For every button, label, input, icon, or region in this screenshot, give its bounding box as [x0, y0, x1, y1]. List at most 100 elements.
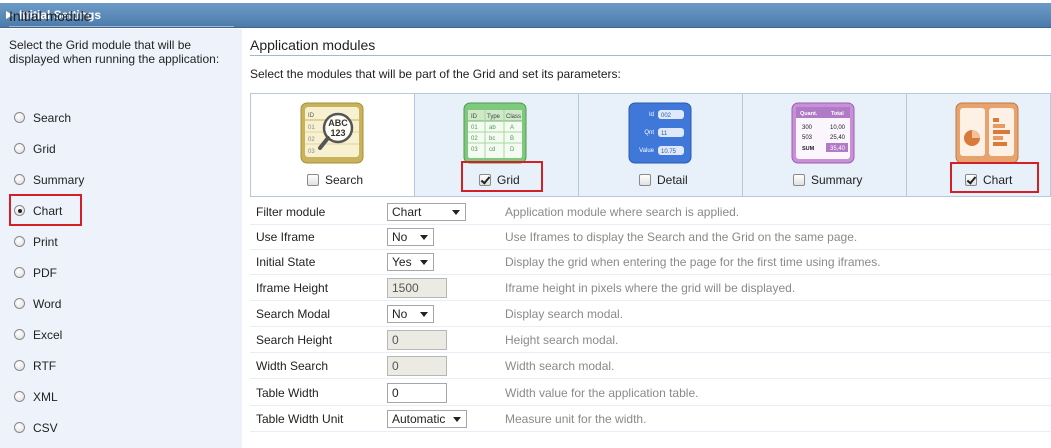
initial-module-option-search[interactable]: Search [14, 108, 214, 128]
initial-module-option-word[interactable]: Word [14, 294, 214, 314]
module-search-checkbox[interactable] [307, 174, 319, 186]
radio-button[interactable] [14, 391, 25, 402]
radio-button[interactable] [14, 422, 25, 433]
highlight-chart-checkbox [950, 162, 1039, 193]
radio-label: PDF [33, 266, 57, 280]
setting-description: Width value for the application table. [505, 386, 699, 400]
svg-text:cd: cd [489, 147, 495, 153]
radio-button[interactable] [14, 267, 25, 278]
setting-row-initial-state: Initial State Yes Display the grid when en… [250, 249, 1051, 275]
application-modules-description: Select the modules that will be part of … [250, 67, 621, 81]
dropdown-arrow-icon[interactable] [420, 312, 428, 317]
svg-text:ab: ab [489, 125, 496, 131]
table-width-unit-select[interactable]: Automatic [387, 410, 467, 428]
setting-description: Iframe height in pixels where the grid w… [505, 281, 796, 295]
radio-label: Search [33, 111, 72, 125]
setting-row-table-width: Table Width 0 Width value for the applicat… [250, 380, 1051, 406]
initial-module-option-summary[interactable]: Summary [14, 170, 214, 190]
svg-text:ID: ID [308, 113, 315, 119]
settings-table: Filter module Chart Application module whe… [250, 199, 1051, 448]
setting-label: Filter module [256, 205, 326, 219]
width-search-input: 0 [387, 356, 447, 376]
setting-label: Table Width Unit [256, 412, 344, 426]
module-selector: ID 01 02 03 ABC 123 Search ID Type Class… [250, 93, 1051, 197]
initial-module-option-xml[interactable]: XML [14, 387, 214, 407]
radio-label: Grid [33, 142, 56, 156]
module-search-checkbox-row[interactable]: Search [307, 171, 363, 189]
svg-text:Value: Value [639, 148, 655, 154]
module-detail[interactable]: Id 002 Qnt 11 Value 10.75 Detail [579, 94, 743, 196]
svg-text:11: 11 [661, 131, 668, 137]
svg-text:D: D [510, 147, 515, 153]
setting-description: Application module where search is appli… [505, 205, 740, 219]
search-module-icon: ID 01 02 03 ABC 123 [300, 102, 364, 164]
initial-module-option-grid[interactable]: Grid [14, 139, 214, 159]
svg-text:01: 01 [471, 125, 478, 131]
radio-button[interactable] [14, 360, 25, 371]
iframe-height-input: 1500 [387, 278, 447, 298]
module-search[interactable]: ID 01 02 03 ABC 123 Search [251, 94, 415, 196]
module-detail-label: Detail [657, 173, 688, 187]
svg-text:25,40: 25,40 [830, 135, 846, 141]
svg-text:Id: Id [649, 112, 654, 118]
module-detail-checkbox[interactable] [639, 174, 651, 186]
radio-label: RTF [33, 359, 57, 373]
filter-module-select[interactable]: Chart [387, 203, 466, 221]
table-width-input[interactable]: 0 [387, 383, 447, 403]
svg-text:Qnt: Qnt [644, 130, 654, 136]
setting-label: Initial State [256, 255, 316, 269]
radio-button[interactable] [14, 143, 25, 154]
svg-text:ABC: ABC [328, 118, 348, 128]
use-iframe-select[interactable]: No [387, 228, 434, 246]
radio-button[interactable] [14, 174, 25, 185]
svg-text:35,40: 35,40 [830, 146, 846, 152]
chart-module-icon [955, 102, 1019, 164]
svg-text:Class: Class [506, 114, 521, 120]
module-search-label: Search [325, 173, 364, 187]
svg-text:bc: bc [489, 136, 495, 142]
dropdown-arrow-icon[interactable] [420, 260, 428, 265]
svg-text:A: A [510, 125, 514, 131]
dropdown-arrow-icon[interactable] [453, 417, 461, 422]
svg-text:ID: ID [471, 114, 478, 120]
radio-button[interactable] [14, 329, 25, 340]
setting-row-use-iframe: Use Iframe No Use Iframes to display the S… [250, 224, 1051, 250]
select-value: Automatic [392, 412, 446, 426]
grid-module-icon: ID Type Class 01 ab A 02 bc B 03 cd D [463, 102, 527, 164]
initial-module-option-print[interactable]: Print [14, 232, 214, 252]
radio-button[interactable] [14, 236, 25, 247]
setting-description: Measure unit for the width. [505, 412, 647, 426]
module-summary-checkbox[interactable] [793, 174, 805, 186]
radio-label: Print [33, 235, 58, 249]
search-modal-select[interactable]: No [387, 305, 434, 323]
radio-button[interactable] [14, 112, 25, 123]
initial-module-option-pdf[interactable]: PDF [14, 263, 214, 283]
dropdown-arrow-icon[interactable] [420, 235, 428, 240]
initial-module-option-excel[interactable]: Excel [14, 325, 214, 345]
initial-state-select[interactable]: Yes [387, 253, 434, 271]
radio-label: Summary [33, 173, 85, 187]
initial-module-option-csv[interactable]: CSV [14, 418, 214, 438]
setting-row-iframe-height: Iframe Height 1500 Iframe height in pixels… [250, 275, 1051, 301]
setting-description: Use Iframes to display the Search and th… [505, 230, 858, 244]
setting-label: Iframe Height [256, 281, 329, 295]
setting-label: Search Modal [256, 307, 331, 321]
setting-row-table-width-unit: Table Width Unit Automatic Measure unit fo… [250, 406, 1051, 432]
module-summary-checkbox-row[interactable]: Summary [793, 171, 862, 189]
highlight-grid-checkbox [461, 161, 543, 192]
dropdown-arrow-icon[interactable] [452, 210, 460, 215]
module-summary-label: Summary [811, 173, 863, 187]
summary-module-icon: Quant. Total 300 10,00 503 25,40 SUM 35,… [791, 102, 855, 164]
svg-text:02: 02 [471, 136, 478, 142]
initial-module-option-rtf[interactable]: RTF [14, 356, 214, 376]
svg-text:002: 002 [661, 113, 672, 119]
radio-button[interactable] [14, 298, 25, 309]
svg-text:B: B [510, 136, 514, 142]
select-value: No [392, 230, 408, 244]
svg-text:Type: Type [487, 114, 501, 120]
module-summary[interactable]: Quant. Total 300 10,00 503 25,40 SUM 35,… [743, 94, 907, 196]
module-detail-checkbox-row[interactable]: Detail [639, 171, 688, 189]
initial-module-title: Initial module [9, 8, 234, 27]
initial-module-description: Select the Grid module that will be disp… [9, 38, 220, 66]
setting-description: Width search modal. [505, 359, 615, 373]
